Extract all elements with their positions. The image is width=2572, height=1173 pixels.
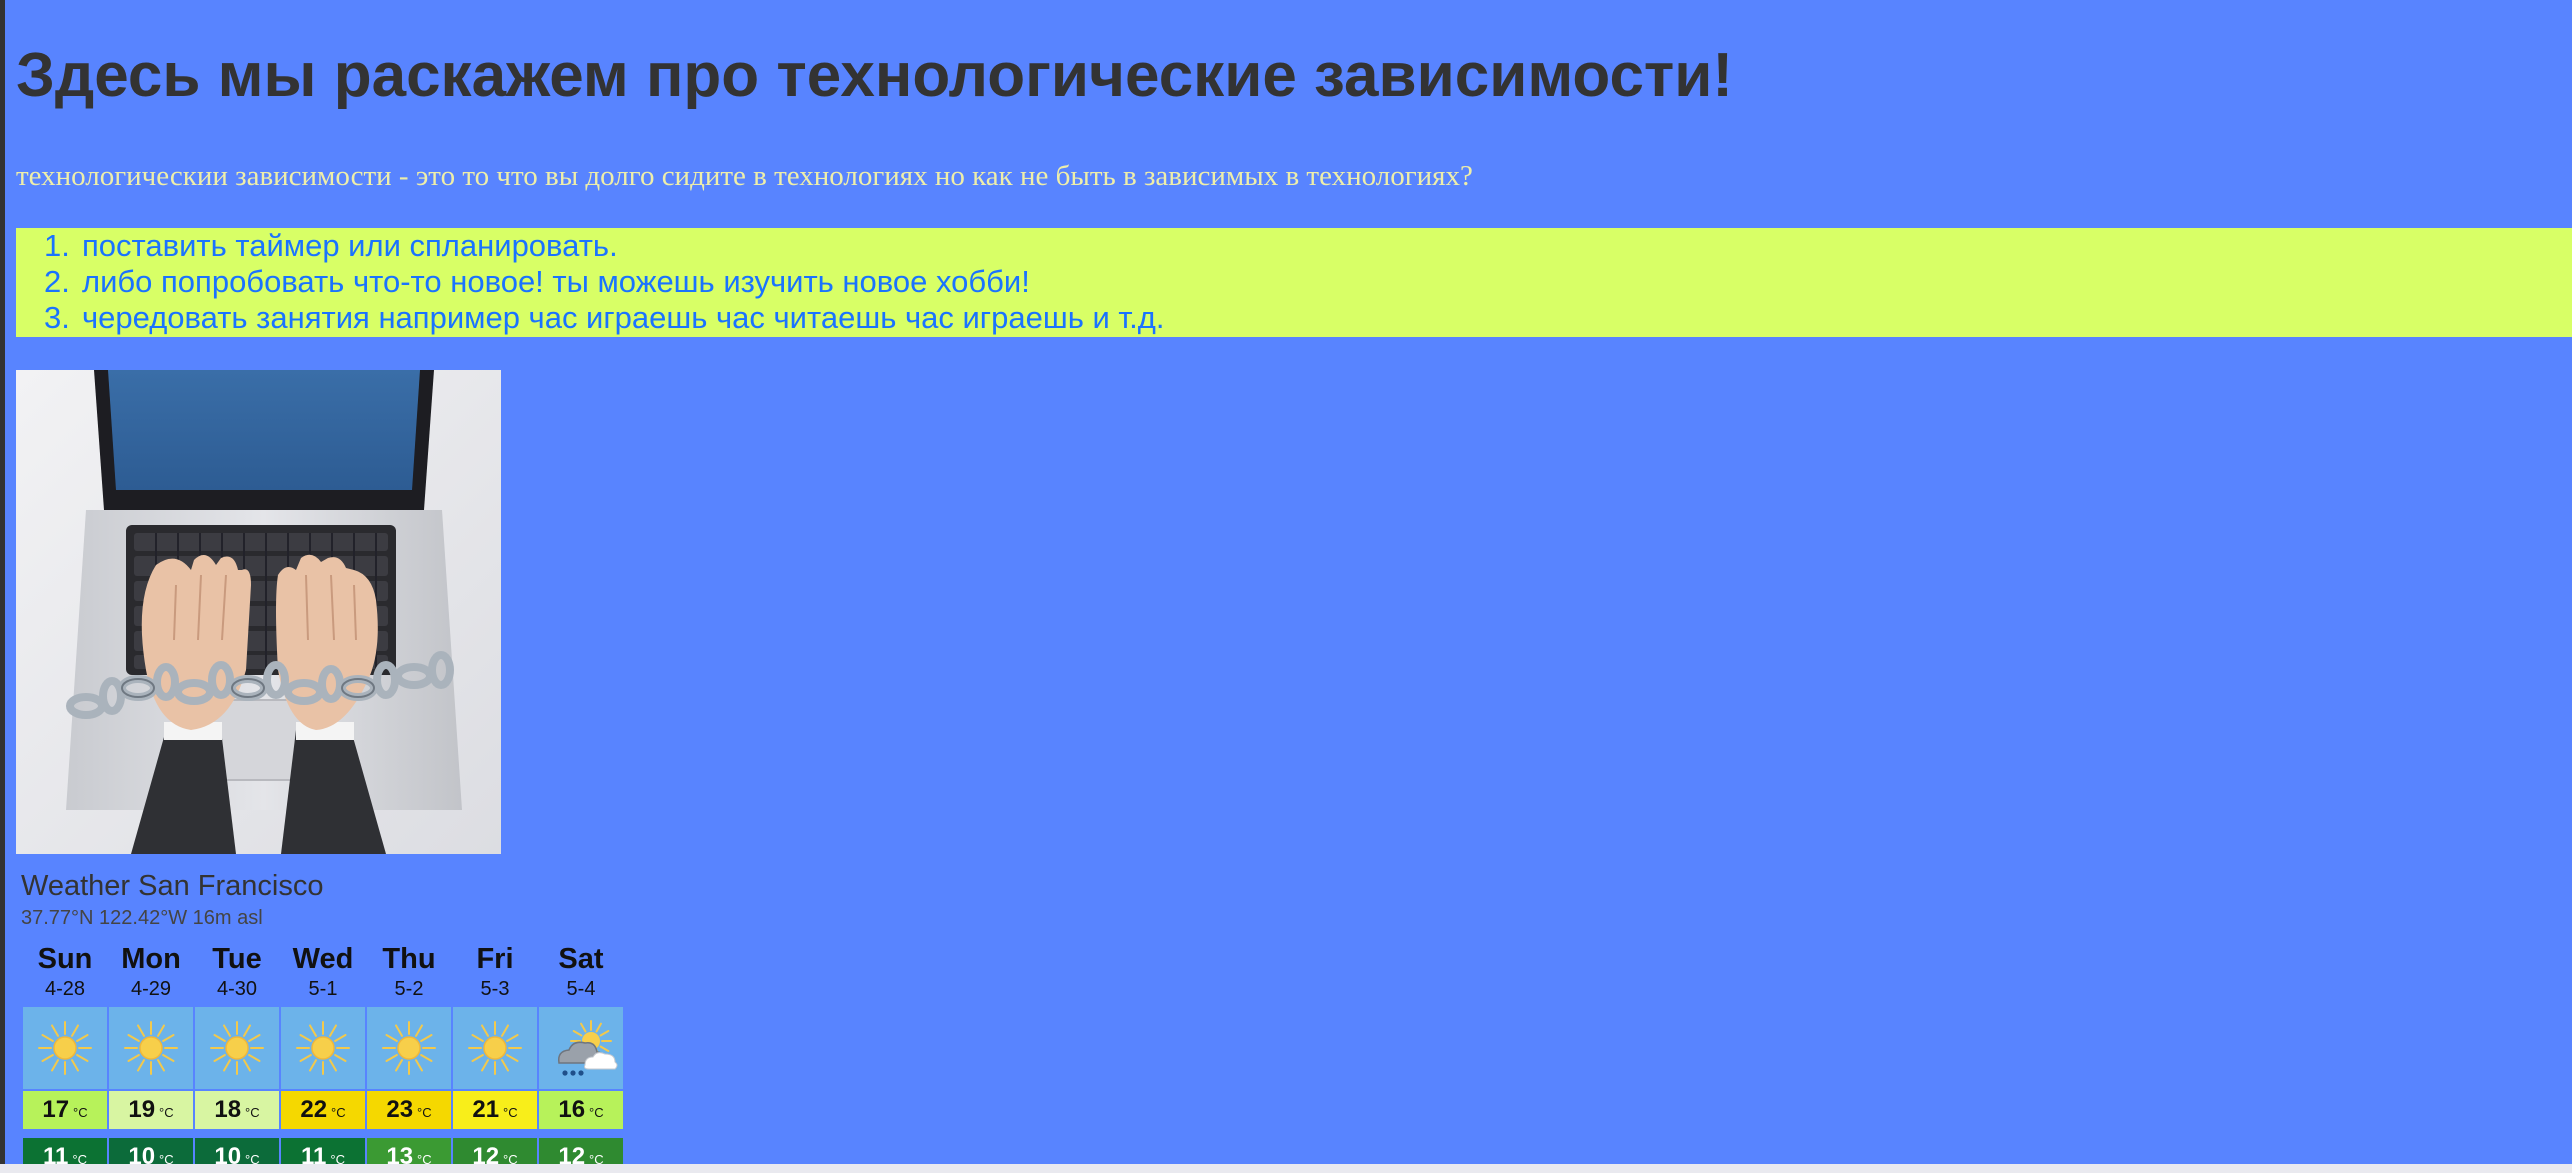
forecast-day-fri: Fri 5-3 21 °C 12 °C [453,940,537,1173]
temp-max-value: 16 [558,1096,586,1123]
page-title: Здесь мы раскажем про технологические за… [16,41,1734,110]
partly-cloudy-drizzle-icon [539,1007,623,1089]
day-name: Sun [37,943,93,975]
temp-max: 18 °C [195,1091,279,1129]
forecast-day-sat: Sat 5-4 16 °C 12 °C [539,940,623,1173]
sun-icon [109,1007,193,1089]
day-date: 5-4 [566,978,596,1000]
partly-cloudy-drizzle-icon [557,1020,618,1076]
temp-max-value: 17 [42,1096,70,1123]
day-name: Thu [382,943,436,975]
tip-item-3: 3. чередовать занятия например час играеш… [44,300,1164,336]
horizontal-scrollbar[interactable] [0,1164,2572,1173]
temp-max-value: 19 [128,1096,156,1123]
tip-number: 3. [44,300,70,335]
forecast-day-mon: Mon 4-29 19 °C 10 °C [109,940,193,1173]
day-name: Mon [121,943,181,975]
tip-number: 1. [44,228,70,263]
temp-unit: °C [331,1105,346,1120]
temp-max: 17 °C [23,1091,107,1129]
sun-icon [382,1021,436,1075]
sun-icon [210,1021,264,1075]
tip-text: чередовать занятия например час играешь … [82,300,1165,335]
day-date: 4-29 [130,978,172,1000]
sun-icon [195,1007,279,1089]
day-date: 4-30 [216,978,258,1000]
weather-widget-title[interactable]: Weather San Francisco [21,868,324,904]
temp-unit: °C [589,1105,604,1120]
sun-icon [38,1021,92,1075]
sun-icon [296,1021,350,1075]
temp-max-value: 23 [386,1096,414,1123]
temp-unit: °C [417,1105,432,1120]
tip-number: 2. [44,264,70,299]
day-name: Fri [476,943,514,975]
temp-max: 21 °C [453,1091,537,1129]
laptop-chains-photo [16,370,501,854]
day-date: 5-3 [480,978,510,1000]
temp-max: 16 °C [539,1091,623,1129]
temp-max-value: 22 [300,1096,328,1123]
temp-max-value: 21 [472,1096,500,1123]
forecast-day-sun: Sun 4-28 17 °C 11 °C [23,940,107,1173]
temp-max: 23 °C [367,1091,451,1129]
sun-icon [453,1007,537,1089]
intro-text: технологическии зависимости - это то что… [16,160,1473,192]
temp-unit: °C [503,1105,518,1120]
laptop-chains-illustration [16,370,501,854]
temp-max: 19 °C [109,1091,193,1129]
tip-item-1: 1. поставить таймер или спланировать. [44,228,618,264]
temp-max-value: 18 [214,1096,242,1123]
tip-item-2: 2. либо попробовать что-то новое! ты може… [44,264,1030,300]
day-name: Tue [212,943,262,975]
sun-icon [23,1007,107,1089]
sun-icon [367,1007,451,1089]
weather-coordinates: 37.77°N 122.42°W 16m asl [21,907,263,929]
temp-unit: °C [73,1105,88,1120]
forecast-day-wed: Wed 5-1 22 °C 11 °C [281,940,365,1173]
day-name: Wed [292,943,354,975]
sun-icon [468,1021,522,1075]
day-name: Sat [558,943,604,975]
day-date: 5-2 [394,978,424,1000]
sun-icon [281,1007,365,1089]
forecast-day-thu: Thu 5-2 23 °C 13 °C [367,940,451,1173]
left-edge-border [0,0,5,1173]
sun-icon [124,1021,178,1075]
day-date: 4-28 [44,978,86,1000]
tip-text: поставить таймер или спланировать. [82,228,618,263]
temp-unit: °C [159,1105,174,1120]
temp-unit: °C [245,1105,260,1120]
tip-text: либо попробовать что-то новое! ты можешь… [82,264,1030,299]
day-date: 5-1 [308,978,338,1000]
tips-list: 1. поставить таймер или спланировать. 2. л… [16,228,2572,337]
forecast-day-tue: Tue 4-30 18 °C 10 °C [195,940,279,1173]
temp-max: 22 °C [281,1091,365,1129]
